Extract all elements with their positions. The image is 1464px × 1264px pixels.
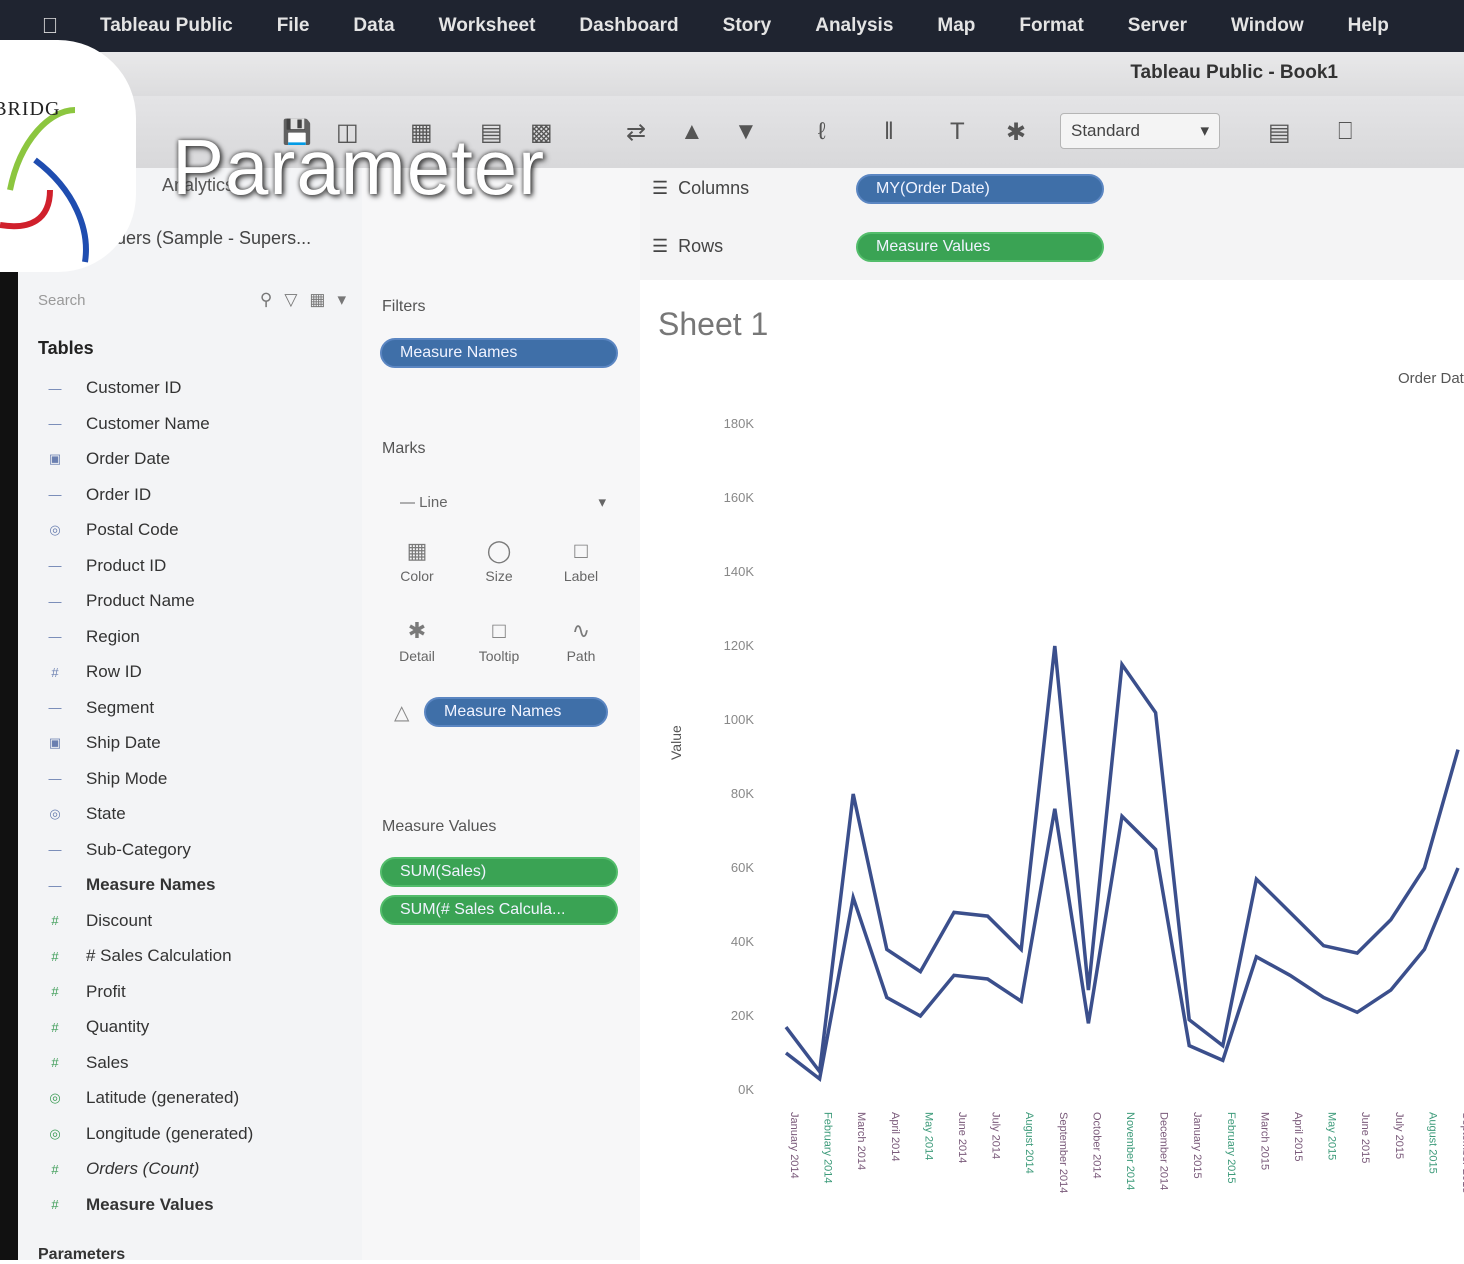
x-tick-label: September 2015: [1460, 1112, 1464, 1193]
x-tick-label: July 2014: [990, 1112, 1002, 1159]
overlay-title: Parameter: [172, 123, 546, 211]
parameters-header: Parameters: [38, 1246, 126, 1263]
x-tick-label: March 2014: [855, 1112, 867, 1170]
x-tick-label: July 2015: [1393, 1112, 1405, 1159]
x-tick-label: January 2015: [1191, 1112, 1203, 1179]
x-tick-label: August 2014: [1023, 1112, 1035, 1174]
x-tick-label: March 2015: [1258, 1112, 1270, 1170]
x-tick-label: September 2014: [1057, 1112, 1069, 1193]
logo-swirl-red: [0, 189, 53, 230]
logo-swirl: [0, 107, 89, 263]
x-tick-label: January 2014: [788, 1112, 800, 1179]
x-tick-label: June 2015: [1359, 1112, 1371, 1163]
logo-swirl-green: [7, 107, 76, 191]
x-tick-label: February 2014: [822, 1112, 834, 1184]
x-tick-label: December 2014: [1158, 1112, 1170, 1190]
x-tick-label: June 2014: [956, 1112, 968, 1163]
brand-logo: TBRIDG: [0, 40, 136, 272]
x-tick-label: October 2014: [1090, 1112, 1102, 1179]
x-tick-label: November 2014: [1124, 1112, 1136, 1190]
series-line-0[interactable]: [784, 645, 1460, 1077]
x-tick-label: February 2015: [1225, 1112, 1237, 1184]
x-tick-label: May 2015: [1326, 1112, 1338, 1160]
logo-text: TBRIDG: [0, 98, 61, 120]
x-tick-label: May 2014: [922, 1112, 934, 1160]
x-tick-label: April 2015: [1292, 1112, 1304, 1162]
x-tick-label: April 2014: [889, 1112, 901, 1162]
x-tick-label: August 2015: [1426, 1112, 1438, 1174]
